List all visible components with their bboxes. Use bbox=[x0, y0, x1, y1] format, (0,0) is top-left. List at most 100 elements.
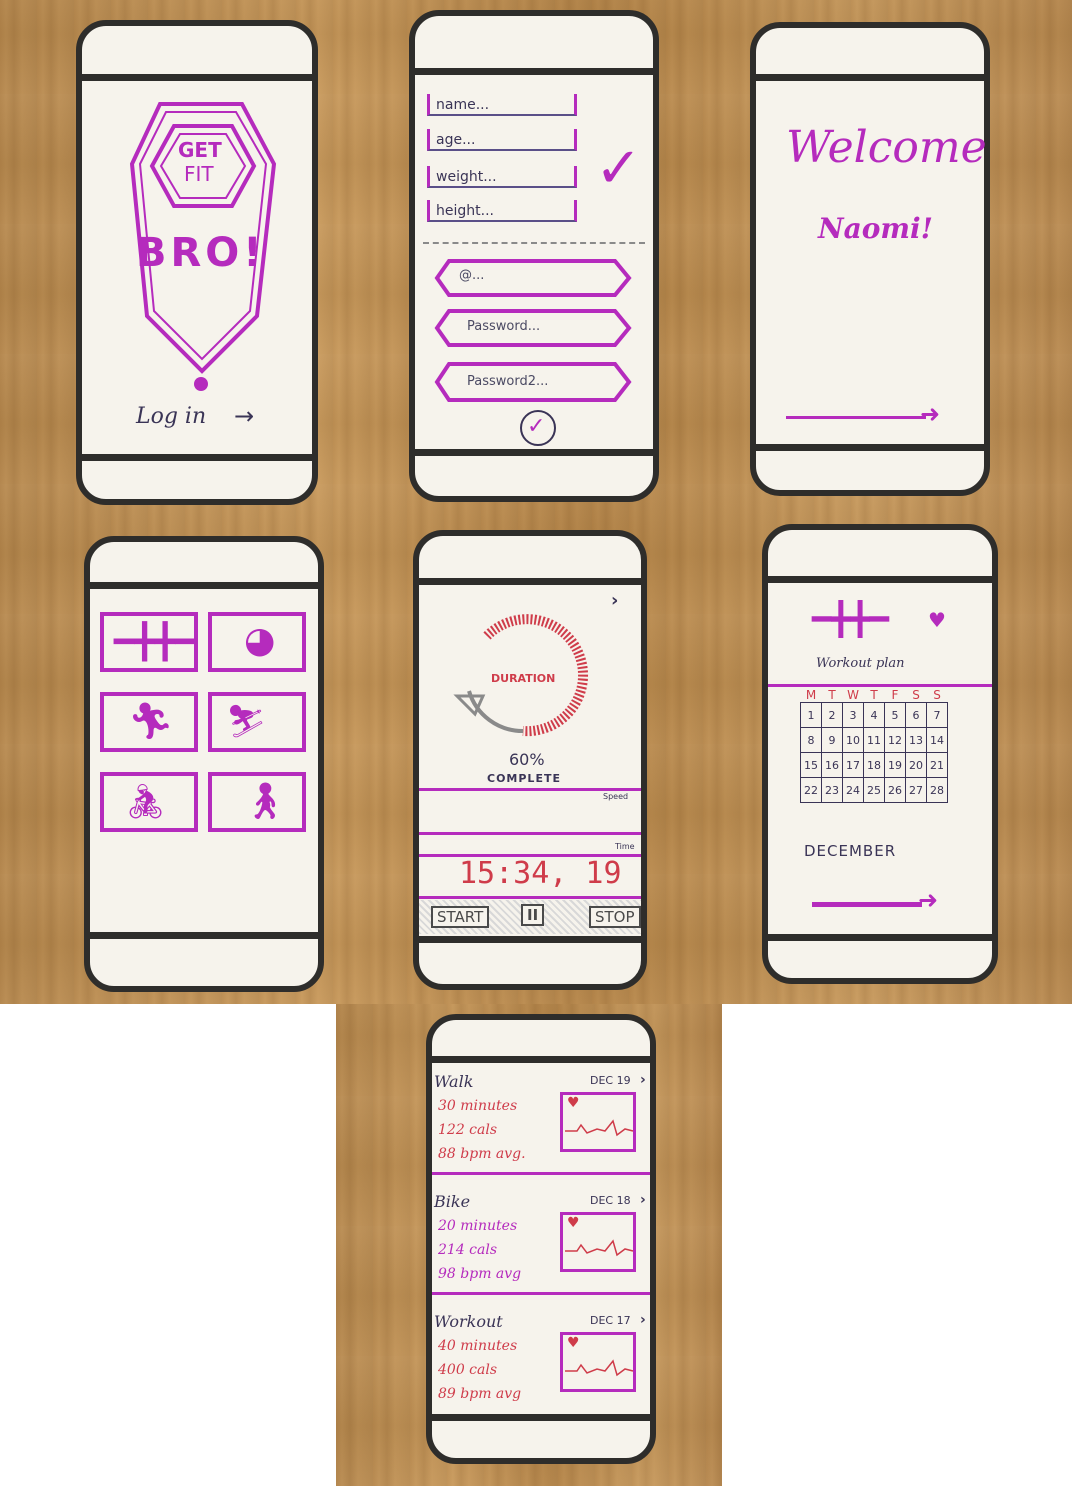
tile-strength[interactable]: ━╋╋━ bbox=[100, 612, 198, 672]
entry-divider bbox=[432, 1292, 650, 1295]
calendar-day[interactable]: 3 bbox=[842, 702, 864, 728]
heart-rate-value: 88 bpm avg. bbox=[438, 1146, 526, 1162]
calendar-day[interactable]: 10 bbox=[842, 727, 864, 753]
calendar-week: 22 23 24 25 26 27 28 bbox=[800, 777, 948, 803]
calendar-day[interactable]: 6 bbox=[905, 702, 927, 728]
weekday-label: F bbox=[891, 688, 899, 702]
email-field[interactable]: @... bbox=[459, 268, 484, 283]
dumbbell-icon: ━╋╋━ bbox=[114, 622, 196, 662]
calendar-day[interactable]: 23 bbox=[821, 777, 843, 803]
calendar-day[interactable]: 28 bbox=[926, 777, 948, 803]
password2-field[interactable]: Password2... bbox=[467, 374, 548, 389]
calendar: MTWTFSS 1 2 3 4 5 6 7 8 9 10 11 12 13 14 15 16 17 18 19 20 2… bbox=[800, 688, 948, 803]
calendar-day[interactable]: 18 bbox=[863, 752, 885, 778]
tile-walking[interactable]: 🚶︎ bbox=[208, 772, 306, 832]
calendar-day[interactable]: 19 bbox=[884, 752, 906, 778]
logo-text-get: GET bbox=[178, 138, 222, 162]
tile-running[interactable]: 🏃︎ bbox=[100, 692, 198, 752]
progress-label: COMPLETE bbox=[487, 772, 561, 785]
heart-icon[interactable]: ♥ bbox=[928, 608, 946, 632]
calendar-day[interactable]: 15 bbox=[800, 752, 822, 778]
calendar-day[interactable]: 2 bbox=[821, 702, 843, 728]
heart-rate-chart[interactable]: ♥ bbox=[560, 1332, 636, 1392]
continue-arrow-button[interactable]: ➜ bbox=[786, 400, 946, 430]
calendar-day[interactable]: 4 bbox=[863, 702, 885, 728]
calendar-day[interactable]: 26 bbox=[884, 777, 906, 803]
duration-value: 30 minutes bbox=[438, 1098, 518, 1114]
calories-value: 400 cals bbox=[438, 1362, 498, 1378]
progress-percent: 60% bbox=[509, 750, 545, 769]
login-button[interactable]: Log in → bbox=[136, 402, 266, 436]
activity-title: Workout bbox=[434, 1312, 503, 1331]
calories-value: 214 cals bbox=[438, 1242, 498, 1258]
arrow-right-icon: ➜ bbox=[920, 400, 941, 428]
plan-title: Workout plan bbox=[816, 656, 905, 671]
splash-screen: GET FIT BRO! Log in → bbox=[76, 20, 318, 505]
dumbbell-icon: ━╋╋━ bbox=[812, 600, 890, 638]
calendar-day[interactable]: 16 bbox=[821, 752, 843, 778]
start-button[interactable]: START bbox=[431, 906, 490, 928]
speed-label: Speed bbox=[603, 792, 629, 801]
weekday-label: T bbox=[870, 688, 878, 702]
weekday-label: S bbox=[933, 688, 941, 702]
password-field[interactable]: Password... bbox=[467, 319, 540, 334]
heart-rate-value: 98 bpm avg bbox=[438, 1266, 522, 1282]
activity-title: Bike bbox=[434, 1192, 471, 1211]
calendar-day[interactable]: 21 bbox=[926, 752, 948, 778]
welcome-title: Welcome bbox=[786, 122, 987, 173]
welcome-screen: Welcome Naomi! ➜ bbox=[750, 22, 990, 496]
cycling-icon: 🚴︎ bbox=[124, 782, 168, 822]
pause-button[interactable]: II bbox=[521, 904, 545, 926]
continue-arrow-button[interactable]: ➜ bbox=[812, 886, 942, 916]
signup-screen: name... age... weight... height... ✓ @..… bbox=[409, 10, 659, 502]
submit-check-button[interactable]: ✓ bbox=[527, 414, 545, 439]
heart-rate-line bbox=[565, 1119, 634, 1137]
calendar-day[interactable]: 12 bbox=[884, 727, 906, 753]
weekday-label: S bbox=[912, 688, 920, 702]
plan-screen: ━╋╋━ ♥ Workout plan MTWTFSS 1 2 3 4 5 6 7 8 9 10 1… bbox=[762, 524, 998, 984]
user-name: Naomi! bbox=[818, 212, 933, 245]
walking-icon: 🚶︎ bbox=[242, 781, 288, 822]
calendar-day[interactable]: 5 bbox=[884, 702, 906, 728]
activity-title: Walk bbox=[434, 1072, 474, 1091]
ball-icon: ◕ bbox=[244, 620, 276, 661]
tile-ball-sports[interactable]: ◕ bbox=[208, 612, 306, 672]
calendar-day[interactable]: 20 bbox=[905, 752, 927, 778]
stop-button[interactable]: STOP bbox=[589, 906, 641, 928]
calendar-day[interactable]: 8 bbox=[800, 727, 822, 753]
calendar-day[interactable]: 11 bbox=[863, 727, 885, 753]
heart-rate-chart[interactable]: ♥ bbox=[560, 1092, 636, 1152]
calendar-day[interactable]: 1 bbox=[800, 702, 822, 728]
month-label: DECEMBER bbox=[804, 842, 897, 860]
calendar-day[interactable]: 17 bbox=[842, 752, 864, 778]
calendar-day[interactable]: 7 bbox=[926, 702, 948, 728]
calendar-day[interactable]: 13 bbox=[905, 727, 927, 753]
next-chevron-icon[interactable]: › bbox=[640, 1192, 646, 1208]
calories-value: 122 cals bbox=[438, 1122, 498, 1138]
categories-screen: ━╋╋━ ◕ 🏃︎ ⛷︎ 🚴︎ 🚶︎ bbox=[84, 536, 324, 992]
activity-date: DEC 19 bbox=[590, 1074, 631, 1087]
controls-bar: START II STOP bbox=[419, 900, 641, 934]
heart-rate-line bbox=[565, 1359, 634, 1377]
calendar-day[interactable]: 27 bbox=[905, 777, 927, 803]
next-chevron-icon[interactable]: › bbox=[640, 1072, 646, 1088]
heart-rate-chart[interactable]: ♥ bbox=[560, 1212, 636, 1272]
gauge-label: DURATION bbox=[491, 672, 556, 685]
heart-rate-line bbox=[565, 1239, 634, 1257]
duration-value: 20 minutes bbox=[438, 1218, 518, 1234]
calendar-day[interactable]: 14 bbox=[926, 727, 948, 753]
history-screen: Walk DEC 19 › 30 minutes 122 cals 88 bpm avg.… bbox=[426, 1014, 656, 1464]
activity-date: DEC 17 bbox=[590, 1314, 631, 1327]
calendar-day[interactable]: 9 bbox=[821, 727, 843, 753]
logo-text-bro: BRO! bbox=[136, 230, 266, 276]
arrow-right-icon: → bbox=[234, 402, 255, 430]
login-label: Log in bbox=[136, 404, 207, 429]
calendar-week: 8 9 10 11 12 13 14 bbox=[800, 727, 948, 753]
tile-stairs[interactable]: ⛷︎ bbox=[208, 692, 306, 752]
next-chevron-icon[interactable]: › bbox=[640, 1312, 646, 1328]
calendar-day[interactable]: 24 bbox=[842, 777, 864, 803]
tile-cycling[interactable]: 🚴︎ bbox=[100, 772, 198, 832]
calendar-day[interactable]: 22 bbox=[800, 777, 822, 803]
calendar-day[interactable]: 25 bbox=[863, 777, 885, 803]
entry-divider bbox=[432, 1172, 650, 1175]
